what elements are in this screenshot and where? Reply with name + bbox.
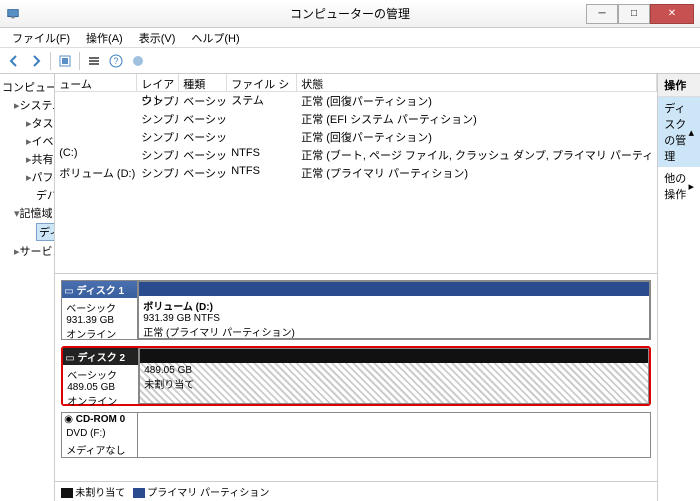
app-icon [6,7,20,21]
disk-1-partition[interactable]: ボリューム (D:) 931.39 GB NTFS 正常 (プライマリ パーティ… [138,281,650,339]
minimize-button[interactable]: ─ [586,4,618,24]
actions-title: 操作 [658,74,700,97]
actions-other[interactable]: 他の操作▸ [658,167,700,205]
volume-row[interactable]: ボリューム (D:)シンプルベーシックNTFS正常 (プライマリ パーティション… [55,164,657,182]
extra-icon[interactable] [128,51,148,71]
menu-action[interactable]: 操作(A) [78,28,131,47]
legend: 未割り当て プライマリ パーティション [55,481,657,501]
tree-device-manager[interactable]: デバイス マネージャー [2,186,52,204]
close-button[interactable]: ✕ [650,4,694,24]
volume-row[interactable]: シンプルベーシック正常 (EFI システム パーティション) [55,110,657,128]
cdrom-icon: ◉ [64,414,73,425]
disk-map: ▭ ディスク 1 ベーシック931.39 GBオンライン ボリューム (D:) … [55,274,657,481]
cdrom-0[interactable]: ◉ CD-ROM 0 DVD (F:) メディアなし [61,412,651,458]
toolbar: ? [0,48,700,74]
menu-help[interactable]: ヘルプ(H) [183,28,247,47]
col-volume[interactable]: ューム [55,74,137,91]
tree-system-tools[interactable]: ▸システム ツール [2,96,52,114]
volume-header: ューム レイアウト 種類 ファイル システム 状態 [55,74,657,92]
tree-task-scheduler[interactable]: ▸タスク スケジューラ [2,114,52,132]
disk-2-unallocated[interactable]: 489.05 GB 未割り当て [139,348,649,404]
tree-shared-folders[interactable]: ▸共有フォルダー [2,150,52,168]
back-button[interactable] [4,51,24,71]
tree-performance[interactable]: ▸パフォーマンス [2,168,52,186]
menu-file[interactable]: ファイル(F) [4,28,78,47]
volume-row[interactable]: (C:)シンプルベーシックNTFS正常 (ブート, ページ ファイル, クラッシ… [55,146,657,164]
volume-list[interactable]: ューム レイアウト 種類 ファイル システム 状態 シンプルベーシック正常 (回… [55,74,657,274]
collapse-icon: ▴ [688,126,694,139]
volume-row[interactable]: シンプルベーシック正常 (回復パーティション) [55,92,657,110]
disk-icon: ▭ [65,353,74,364]
disk-2-header: ▭ ディスク 2 ベーシック489.05 GBオンライン [63,348,139,404]
disk-1-header: ▭ ディスク 1 ベーシック931.39 GBオンライン [62,281,138,339]
volume-row[interactable]: シンプルベーシック正常 (回復パーティション) [55,128,657,146]
col-fs[interactable]: ファイル システム [227,74,297,91]
maximize-button[interactable]: □ [618,4,650,24]
nav-tree: コンピューターの管理 (ローカル) ▸システム ツール ▸タスク スケジューラ … [0,74,55,501]
titlebar: コンピューターの管理 ─ □ ✕ [0,0,700,28]
col-type[interactable]: 種類 [179,74,227,91]
col-status[interactable]: 状態 [297,74,657,91]
actions-disk-management[interactable]: ディスクの管理▴ [658,97,700,167]
tree-storage[interactable]: ▾記憶域 [2,204,52,222]
menu-view[interactable]: 表示(V) [131,28,184,47]
refresh-icon[interactable] [55,51,75,71]
tree-root[interactable]: コンピューターの管理 (ローカル) [2,78,52,96]
disk-icon: ▭ [64,286,73,297]
actions-pane: 操作 ディスクの管理▴ 他の操作▸ [658,74,700,501]
cdrom-header: ◉ CD-ROM 0 DVD (F:) メディアなし [62,413,138,457]
menubar: ファイル(F) 操作(A) 表示(V) ヘルプ(H) [0,28,700,48]
col-layout[interactable]: レイアウト [137,74,179,91]
window-title: コンピューターの管理 [290,5,410,22]
tree-event-viewer[interactable]: ▸イベント ビューアー [2,132,52,150]
view-icon[interactable] [84,51,104,71]
tree-services[interactable]: ▸サービスとアプリケーション [2,242,52,260]
help-icon[interactable]: ? [106,51,126,71]
disk-2[interactable]: ▭ ディスク 2 ベーシック489.05 GBオンライン 489.05 GB 未… [61,346,651,406]
chevron-right-icon: ▸ [688,180,694,193]
forward-button[interactable] [26,51,46,71]
disk-1[interactable]: ▭ ディスク 1 ベーシック931.39 GBオンライン ボリューム (D:) … [61,280,651,340]
tree-disk-management[interactable]: ディスクの管理 [2,222,52,242]
svg-text:?: ? [113,56,118,66]
